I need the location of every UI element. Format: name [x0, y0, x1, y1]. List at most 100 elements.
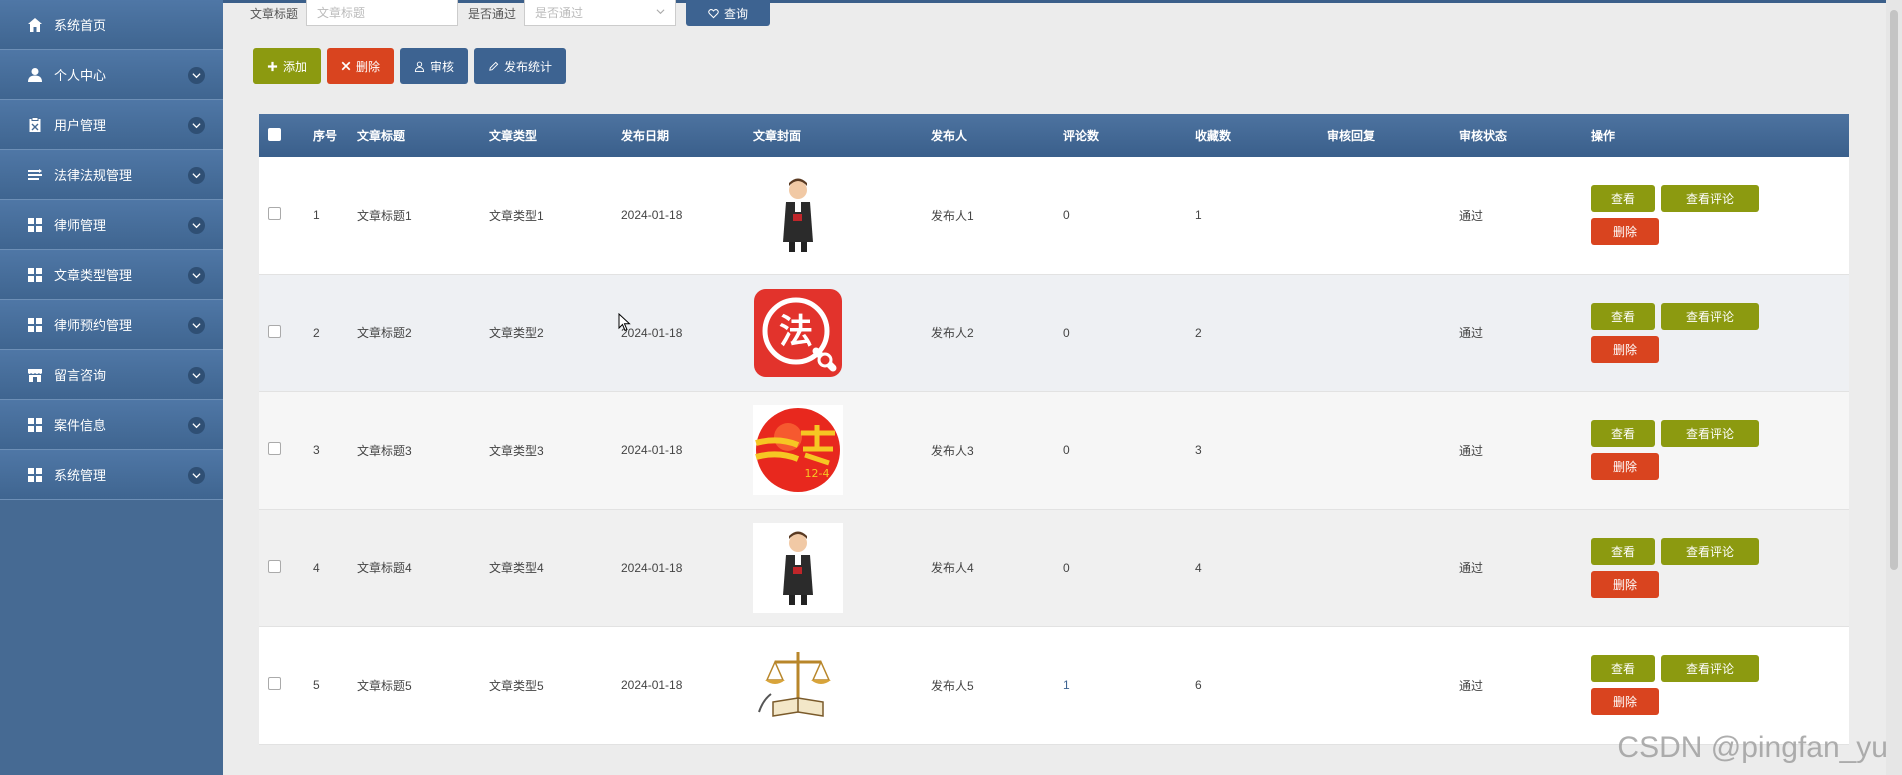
cell-index: 1 — [313, 208, 320, 223]
cell-index: 3 — [313, 443, 320, 458]
sidebar-item-cases[interactable]: 案件信息 — [0, 400, 223, 450]
fa-emblem-text: 法 — [779, 312, 813, 352]
view-comments-button[interactable]: 查看评论 — [1661, 420, 1760, 448]
row-delete-button[interactable]: 删除 — [1591, 570, 1660, 598]
table-row: 3 文章标题3 文章类型3 2024-01-18 12-4 发布人3 0 3 通… — [259, 392, 1849, 510]
header-cover: 文章封面 — [753, 129, 802, 143]
cell-date: 2024-01-18 — [621, 325, 683, 340]
sidebar-item-label: 律师预约管理 — [54, 318, 133, 333]
sidebar-item-label: 法律法规管理 — [54, 168, 133, 183]
row-checkbox[interactable] — [268, 442, 281, 456]
mouse-cursor-icon — [618, 313, 631, 332]
audit-label: 审核 — [430, 59, 455, 74]
sidebar-item-label: 系统首页 — [54, 18, 107, 33]
chevron-down-icon — [656, 9, 665, 15]
pencil-icon — [489, 61, 499, 71]
chevron-down-icon[interactable] — [188, 217, 205, 234]
row-checkbox[interactable] — [268, 559, 281, 573]
pass-filter-placeholder: 是否通过 — [535, 6, 584, 20]
row-delete-button[interactable]: 删除 — [1591, 453, 1660, 481]
view-comments-button[interactable]: 查看评论 — [1661, 185, 1760, 213]
scrollbar-thumb[interactable] — [1890, 10, 1898, 570]
chevron-down-icon[interactable] — [188, 67, 205, 84]
view-comments-button[interactable]: 查看评论 — [1661, 655, 1760, 683]
view-button[interactable]: 查看 — [1591, 185, 1656, 213]
header-favorites: 收藏数 — [1195, 129, 1232, 143]
cell-title: 文章标题2 — [357, 326, 412, 341]
home-icon — [26, 16, 44, 34]
grid-icon — [26, 266, 44, 284]
cell-type: 文章类型3 — [489, 443, 544, 458]
chevron-down-icon[interactable] — [188, 267, 205, 284]
view-comments-button[interactable]: 查看评论 — [1661, 302, 1760, 330]
list-icon — [26, 166, 44, 184]
sidebar-item-label: 案件信息 — [54, 418, 107, 433]
chevron-down-icon[interactable] — [188, 467, 205, 484]
sidebar-item-article-types[interactable]: 文章类型管理 — [0, 250, 223, 300]
sidebar-item-home[interactable]: 系统首页 — [0, 0, 223, 50]
view-comments-button[interactable]: 查看评论 — [1661, 537, 1760, 565]
row-delete-button[interactable]: 删除 — [1591, 218, 1660, 246]
sidebar-item-laws[interactable]: 法律法规管理 — [0, 150, 223, 200]
cell-date: 2024-01-18 — [621, 678, 683, 693]
delete-label: 删除 — [356, 59, 381, 74]
cell-status: 通过 — [1459, 208, 1484, 223]
sidebar-item-label: 系统管理 — [54, 468, 107, 483]
scrollbar[interactable] — [1886, 0, 1902, 775]
delete-button[interactable]: 删除 — [327, 48, 395, 84]
table-row: 4 文章标题4 文章类型4 2024-01-18 发布人4 0 4 通过 查看 … — [259, 509, 1849, 627]
cell-date: 2024-01-18 — [621, 560, 683, 575]
row-delete-button[interactable]: 删除 — [1591, 335, 1660, 363]
view-button[interactable]: 查看 — [1591, 420, 1656, 448]
cell-favorites: 1 — [1195, 208, 1202, 223]
view-button[interactable]: 查看 — [1591, 655, 1656, 683]
audit-button[interactable]: 审核 — [400, 48, 469, 84]
sidebar-item-messages[interactable]: 留言咨询 — [0, 350, 223, 400]
query-button[interactable]: 查询 — [686, 0, 771, 26]
cell-title: 文章标题5 — [357, 678, 412, 693]
table-row: 1 文章标题1 文章类型1 2024-01-18 发布人1 0 1 通过 查看 … — [259, 157, 1849, 275]
row-checkbox[interactable] — [268, 677, 281, 691]
cell-date: 2024-01-18 — [621, 443, 683, 458]
sidebar-item-label: 文章类型管理 — [54, 268, 133, 283]
cell-comments: 0 — [1063, 208, 1070, 223]
cell-status: 通过 — [1459, 678, 1484, 693]
sidebar-item-users[interactable]: 用户管理 — [0, 100, 223, 150]
row-checkbox[interactable] — [268, 324, 281, 338]
title-filter-input[interactable]: 文章标题 — [306, 0, 459, 26]
sidebar-item-personal[interactable]: 个人中心 — [0, 50, 223, 100]
cell-publisher: 发布人4 — [931, 561, 974, 576]
cell-index: 5 — [313, 678, 320, 693]
chevron-down-icon[interactable] — [188, 117, 205, 134]
cell-publisher: 发布人2 — [931, 326, 974, 341]
chevron-down-icon[interactable] — [188, 417, 205, 434]
add-button[interactable]: 添加 — [253, 48, 322, 84]
cell-favorites: 2 — [1195, 325, 1202, 340]
pass-filter-select[interactable]: 是否通过 — [524, 0, 677, 26]
view-button[interactable]: 查看 — [1591, 302, 1656, 330]
close-icon — [341, 61, 351, 71]
chevron-down-icon[interactable] — [188, 167, 205, 184]
header-title: 文章标题 — [357, 129, 406, 143]
search-bar: 文章标题 文章标题 是否通过 是否通过 查询 — [250, 0, 771, 26]
title-filter-label: 文章标题 — [250, 6, 299, 21]
cell-index: 2 — [313, 325, 320, 340]
row-delete-button[interactable]: 删除 — [1591, 688, 1660, 716]
cell-index: 4 — [313, 560, 320, 575]
sidebar-item-lawyers[interactable]: 律师管理 — [0, 200, 223, 250]
view-button[interactable]: 查看 — [1591, 537, 1656, 565]
cell-date: 2024-01-18 — [621, 208, 683, 223]
cell-comments: 0 — [1063, 325, 1070, 340]
stats-button[interactable]: 发布统计 — [474, 48, 567, 84]
chevron-down-icon[interactable] — [188, 317, 205, 334]
sidebar-item-system[interactable]: 系统管理 — [0, 450, 223, 500]
cell-comments: 0 — [1063, 443, 1070, 458]
sidebar-item-appointments[interactable]: 律师预约管理 — [0, 300, 223, 350]
header-date: 发布日期 — [621, 129, 670, 143]
row-checkbox[interactable] — [268, 207, 281, 221]
select-all-checkbox[interactable] — [268, 127, 281, 141]
sidebar-item-label: 律师管理 — [54, 218, 107, 233]
chevron-down-icon[interactable] — [188, 367, 205, 384]
grid-icon — [26, 466, 44, 484]
header-publisher: 发布人 — [931, 129, 968, 143]
